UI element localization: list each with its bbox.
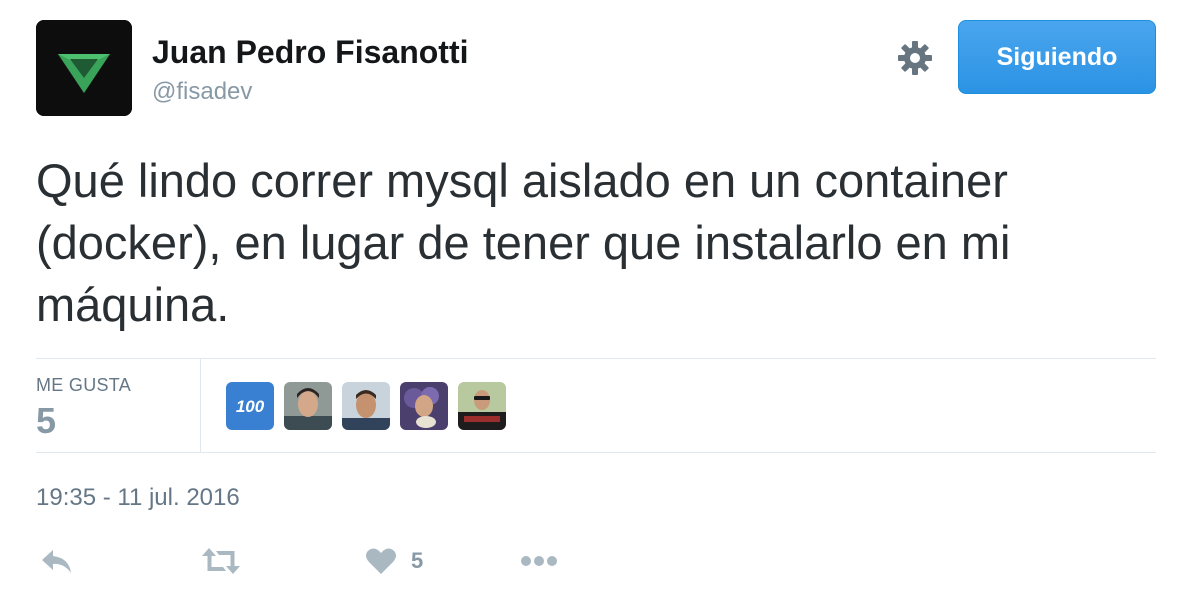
stats-top-divider: [36, 358, 1156, 359]
gear-icon[interactable]: [896, 39, 934, 77]
stats-bottom-divider: [36, 452, 1156, 453]
liker-avatar-1[interactable]: 100: [226, 382, 274, 430]
triangle-logo-icon: [36, 20, 132, 116]
likes-label[interactable]: ME GUSTA: [36, 375, 131, 396]
likes-count[interactable]: 5: [36, 400, 56, 442]
more-icon: [521, 556, 557, 566]
likers-list: 100: [226, 382, 506, 430]
stats-vertical-divider: [200, 359, 201, 452]
heart-icon: [366, 548, 396, 574]
like-button[interactable]: 5: [365, 546, 423, 576]
tweet-timestamp[interactable]: 19:35 - 11 jul. 2016: [36, 484, 240, 512]
more-button[interactable]: [520, 546, 560, 576]
author-handle[interactable]: @fisadev: [152, 78, 252, 106]
like-count: 5: [411, 548, 424, 573]
reply-button[interactable]: [40, 546, 74, 576]
retweet-button[interactable]: [200, 546, 242, 576]
liker-100-label: 100: [236, 397, 265, 416]
liker-avatar-3[interactable]: [342, 382, 390, 430]
following-button[interactable]: Siguiendo: [958, 20, 1156, 94]
liker-avatar-4[interactable]: [400, 382, 448, 430]
retweet-icon: [202, 548, 240, 574]
liker-avatar-5[interactable]: [458, 382, 506, 430]
liker-avatar-2[interactable]: [284, 382, 332, 430]
tweet-text: Qué lindo correr mysql aislado en un con…: [36, 154, 1011, 331]
reply-icon: [42, 550, 71, 573]
author-avatar[interactable]: [36, 20, 132, 116]
author-name[interactable]: Juan Pedro Fisanotti: [152, 34, 468, 71]
